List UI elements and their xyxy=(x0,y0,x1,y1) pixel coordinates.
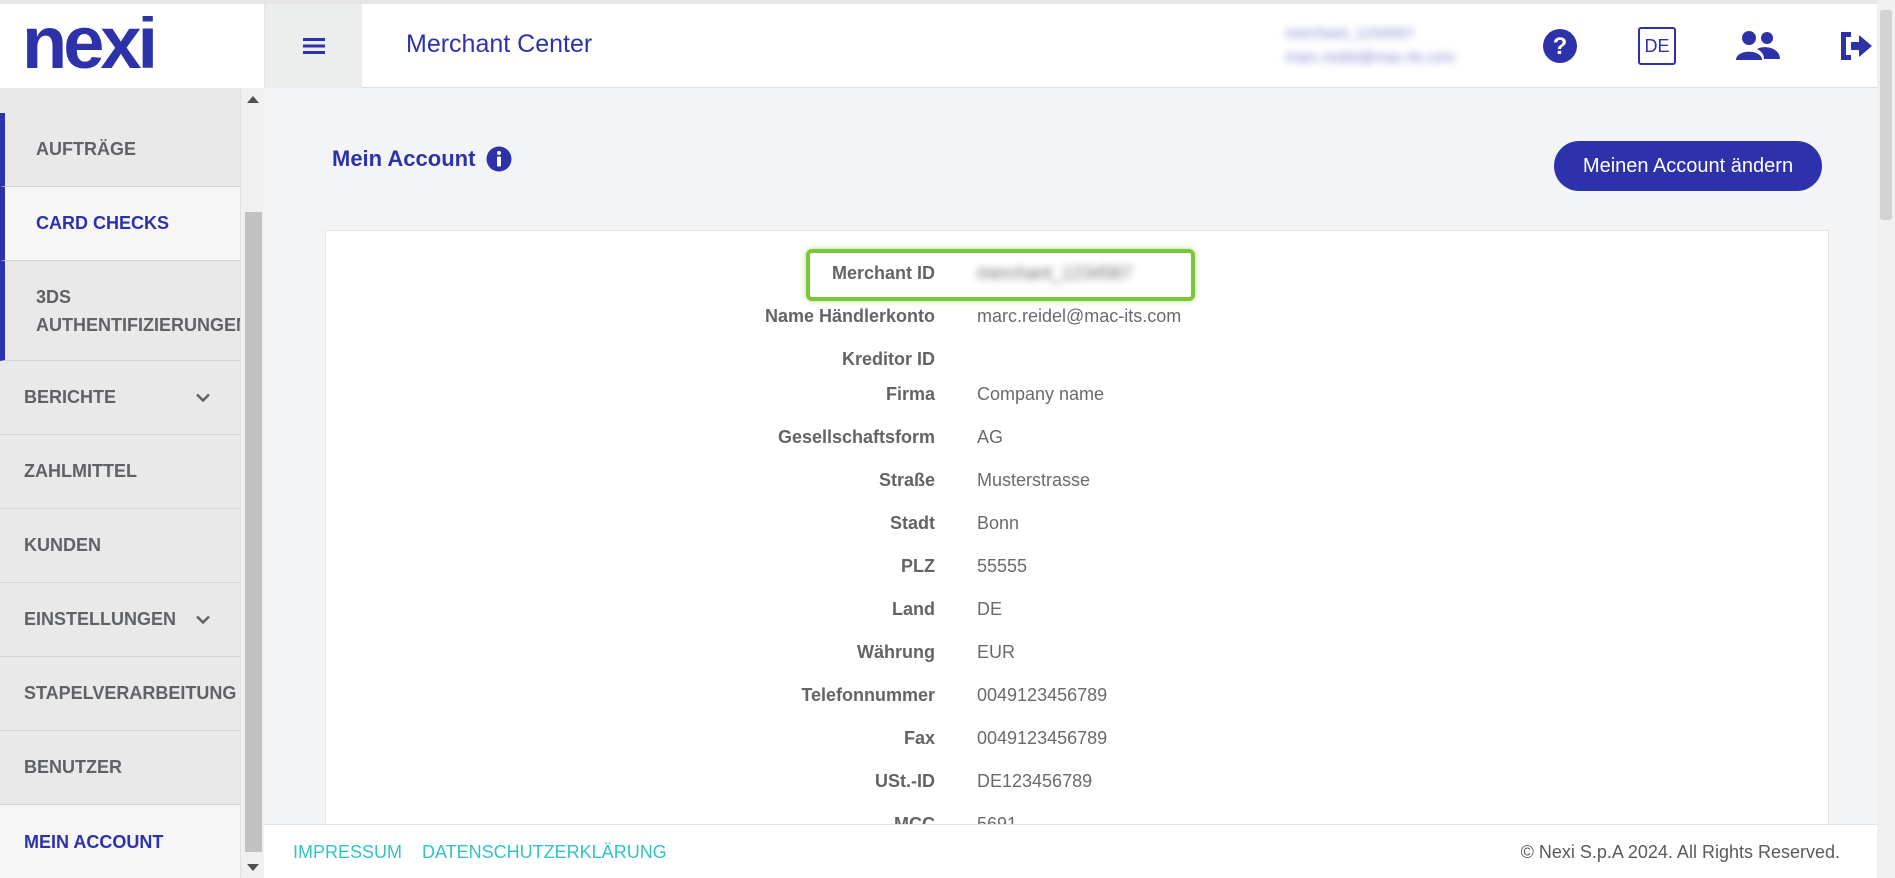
field-value: Bonn xyxy=(977,513,1020,533)
chevron-down-icon xyxy=(196,615,210,624)
field-value: merchant_1234567 xyxy=(977,263,1133,283)
field-row: USt.-ID DE123456789 xyxy=(326,771,1830,799)
field-label: Merchant ID xyxy=(831,263,935,283)
svg-text:nexi: nexi xyxy=(22,16,154,76)
field-value: Company name xyxy=(977,384,1105,404)
user-name: merchant_1234567 xyxy=(1285,25,1415,42)
field-value: DE xyxy=(977,599,1003,619)
field-row: Firma Company name xyxy=(326,384,1830,412)
nexi-logo-icon: nexi xyxy=(22,16,158,76)
field-label: USt.-ID xyxy=(875,771,935,791)
sidebar-item-kunden[interactable]: KUNDEN xyxy=(0,509,240,583)
sidebar-item-zahlmittel[interactable]: ZAHLMITTEL xyxy=(0,435,240,509)
scroll-up-icon[interactable] xyxy=(247,96,259,103)
sidebar-item-label: 3DS AUTHENTIFIZIERUNGEN xyxy=(36,286,240,335)
sidebar-item-card-checks[interactable]: CARD CHECKS xyxy=(0,187,240,261)
nexi-logo[interactable]: nexi xyxy=(0,4,265,88)
field-row: Name Händlerkonto marc.reidel@mac-its.co… xyxy=(326,306,1830,334)
field-label: Kreditor ID xyxy=(841,349,935,369)
field-label: Straße xyxy=(878,470,935,490)
field-label: Währung xyxy=(857,642,935,662)
sidebar-item-label: KUNDEN xyxy=(24,535,102,555)
help-button[interactable]: ? xyxy=(1540,26,1580,66)
field-label: Stadt xyxy=(890,513,935,533)
sidebar-item-label: CARD CHECKS xyxy=(36,213,170,233)
copyright-text: © Nexi S.p.A 2024. All Rights Reserved. xyxy=(1520,842,1840,862)
users-button[interactable] xyxy=(1735,26,1781,66)
sidebar-item-stapelverarbeitung[interactable]: STAPELVERARBEITUNG xyxy=(0,657,240,731)
footer: IMPRESSUM DATENSCHUTZERKLÄRUNG © Nexi S.… xyxy=(264,824,1895,878)
page-scroll-thumb[interactable] xyxy=(1880,10,1892,220)
field-value: 5691 xyxy=(977,814,1018,824)
svg-text:?: ? xyxy=(1553,33,1568,60)
user-email: marc.reidel@mac-its.com xyxy=(1285,49,1456,66)
page-scrollbar[interactable] xyxy=(1877,0,1895,878)
sidebar-item-einstellungen[interactable]: EINSTELLUNGEN xyxy=(0,583,240,657)
privacy-link[interactable]: DATENSCHUTZERKLÄRUNG xyxy=(422,842,667,863)
field-label: MCC xyxy=(894,814,935,824)
menu-toggle-button[interactable] xyxy=(265,4,362,88)
field-label: Land xyxy=(892,599,935,619)
field-value: DE123456789 xyxy=(977,771,1093,791)
field-row: Kreditor ID xyxy=(326,349,1830,377)
help-icon: ? xyxy=(1543,29,1577,63)
sidebar-item-label: BENUTZER xyxy=(24,757,122,777)
field-value: 0049123456789 xyxy=(977,685,1108,705)
sidebar-item-label: BERICHTE xyxy=(24,387,117,407)
sidebar-item-label: STAPELVERARBEITUNG xyxy=(24,683,237,703)
sidebar-item-label: ZAHLMITTEL xyxy=(24,461,137,481)
sidebar-scrollbar[interactable] xyxy=(240,88,264,878)
sidebar-item-label: EINSTELLUNGEN xyxy=(24,609,177,629)
sidebar-item-berichte[interactable]: BERICHTE xyxy=(0,361,240,435)
field-value: Musterstrasse xyxy=(977,470,1091,490)
field-value: AG xyxy=(977,427,1004,447)
hamburger-icon xyxy=(302,38,325,54)
field-value: EUR xyxy=(977,642,1016,662)
field-row: Stadt Bonn xyxy=(326,513,1830,541)
field-value: 55555 xyxy=(977,556,1028,576)
field-row: Telefonnummer 0049123456789 xyxy=(326,685,1830,713)
sidebar-item-benutzer[interactable]: BENUTZER xyxy=(0,731,240,805)
field-row: Straße Musterstrasse xyxy=(326,470,1830,498)
field-label: Telefonnummer xyxy=(801,685,935,705)
field-row: PLZ 55555 xyxy=(326,556,1830,584)
page-title: Mein Account xyxy=(332,146,476,171)
users-icon xyxy=(1736,31,1780,60)
sidebar-item-mein-account[interactable]: MEIN ACCOUNT xyxy=(0,805,240,878)
language-button[interactable]: DE xyxy=(1637,26,1677,66)
field-row: MCC 5691 xyxy=(326,814,1830,824)
sidebar-item-3ds[interactable]: 3DS AUTHENTIFIZIERUNGEN xyxy=(0,261,240,361)
field-row: Währung EUR xyxy=(326,642,1830,670)
language-icon: DE xyxy=(1638,27,1676,65)
main-content: Mein Account Meinen Account ändern Merch… xyxy=(264,88,1895,824)
field-label: Fax xyxy=(903,728,935,748)
field-value: 0049123456789 xyxy=(977,728,1108,748)
account-details-card: Merchant ID merchant_1234567 Name Händle… xyxy=(325,230,1829,824)
field-value: marc.reidel@mac-its.com xyxy=(977,306,1182,326)
sidebar-item-auftraege[interactable]: AUFTRÄGE xyxy=(0,113,240,187)
top-bar: nexi Merchant Center merchant_1234567 ma… xyxy=(0,0,1895,88)
sidebar: AUFTRÄGE CARD CHECKS 3DS AUTHENTIFIZIERU… xyxy=(0,88,240,878)
user-info: merchant_1234567 marc.reidel@mac-its.com xyxy=(1285,22,1515,72)
impressum-link[interactable]: IMPRESSUM xyxy=(293,842,402,863)
info-icon[interactable] xyxy=(486,146,512,172)
field-label: Name Händlerkonto xyxy=(764,306,935,326)
app-title: Merchant Center xyxy=(406,30,593,58)
edit-account-button[interactable]: Meinen Account ändern xyxy=(1554,141,1822,191)
field-label: PLZ xyxy=(901,556,935,576)
field-label: Firma xyxy=(885,384,935,404)
field-row: Merchant ID merchant_1234567 xyxy=(326,263,1830,291)
logout-icon xyxy=(1841,32,1872,60)
chevron-down-icon xyxy=(196,393,210,402)
field-label: Gesellschaftsform xyxy=(777,427,935,447)
sidebar-item-label: MEIN ACCOUNT xyxy=(24,831,164,852)
scroll-down-icon[interactable] xyxy=(247,864,259,871)
logout-button[interactable] xyxy=(1835,26,1875,66)
sidebar-item-label: AUFTRÄGE xyxy=(36,139,136,159)
field-row: Fax 0049123456789 xyxy=(326,728,1830,756)
field-row: Land DE xyxy=(326,599,1830,627)
scroll-thumb[interactable] xyxy=(245,212,262,852)
field-row: Gesellschaftsform AG xyxy=(326,427,1830,455)
